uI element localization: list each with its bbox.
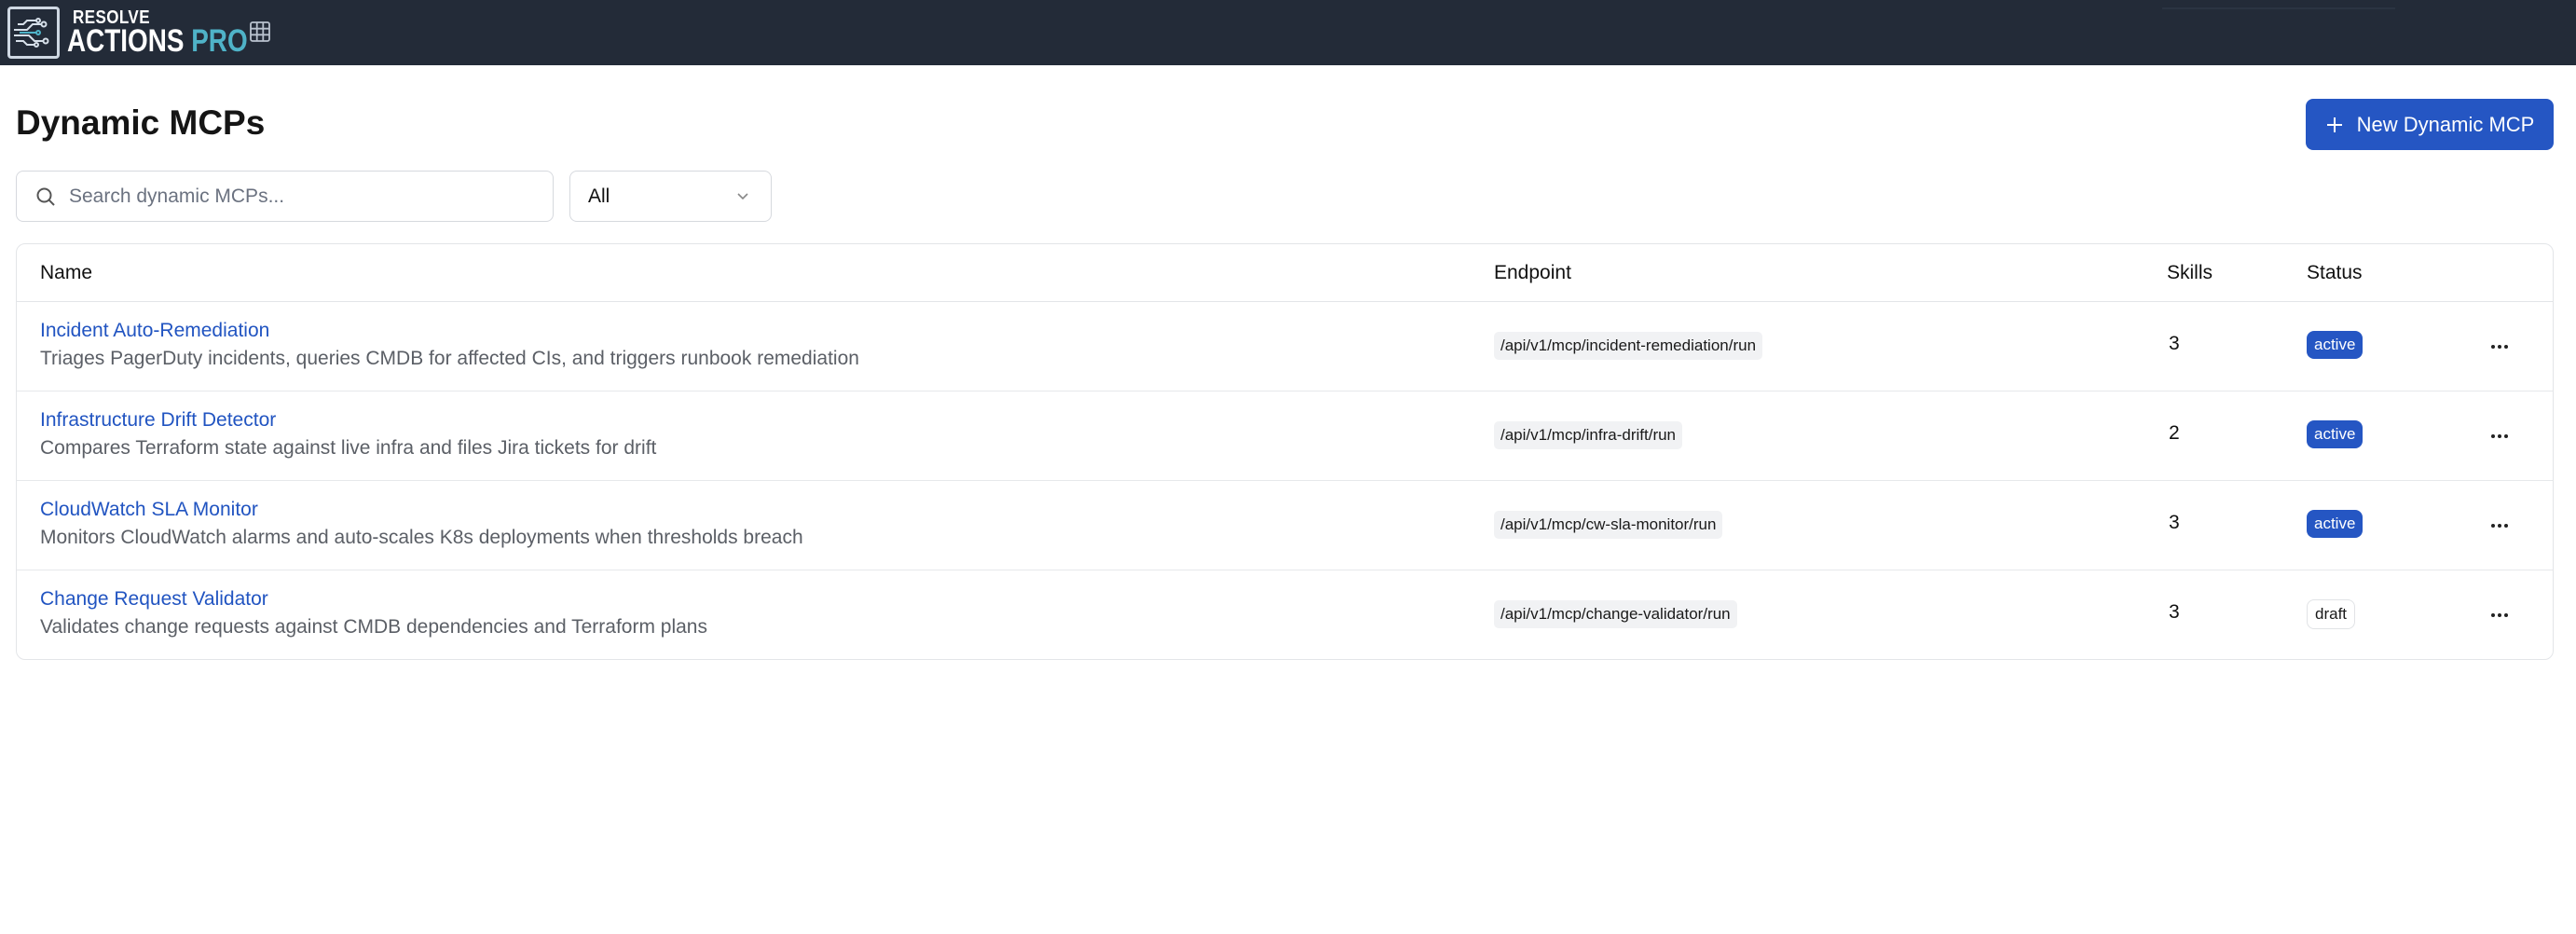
column-header-endpoint: Endpoint bbox=[1494, 262, 1571, 283]
mcp-description: Triages PagerDuty incidents, queries CMD… bbox=[40, 348, 859, 369]
mcp-name-link[interactable]: CloudWatch SLA Monitor bbox=[40, 499, 258, 521]
table-row[interactable]: Incident Auto-Remediation Triages PagerD… bbox=[17, 302, 2553, 391]
mcp-name-link[interactable]: Infrastructure Drift Detector bbox=[40, 409, 276, 432]
topbar-divider bbox=[2162, 7, 2395, 9]
more-horizontal-icon[interactable] bbox=[2488, 604, 2511, 626]
mcp-skills-count: 3 bbox=[2169, 333, 2180, 354]
mcp-description: Compares Terraform state against live in… bbox=[40, 437, 657, 459]
new-dynamic-mcp-button[interactable]: New Dynamic MCP bbox=[2306, 99, 2554, 150]
table-row[interactable]: CloudWatch SLA Monitor Monitors CloudWat… bbox=[17, 481, 2553, 570]
new-dynamic-mcp-label: New Dynamic MCP bbox=[2356, 112, 2535, 136]
brand-pro: PRO bbox=[191, 23, 248, 59]
more-horizontal-icon[interactable] bbox=[2488, 336, 2511, 358]
mcp-name-link[interactable]: Change Request Validator bbox=[40, 588, 268, 611]
table-header: Name Endpoint Skills Status bbox=[17, 244, 2553, 302]
mcp-endpoint: /api/v1/mcp/infra-drift/run bbox=[1494, 421, 1683, 449]
brand-name-main: ACTIONS PRO bbox=[67, 24, 248, 58]
more-horizontal-icon[interactable] bbox=[2488, 515, 2511, 537]
search-box[interactable] bbox=[16, 171, 554, 222]
mcp-description: Monitors CloudWatch alarms and auto-scal… bbox=[40, 527, 803, 548]
status-badge: active bbox=[2307, 420, 2364, 448]
status-filter-select[interactable]: All bbox=[569, 171, 772, 222]
mcp-endpoint: /api/v1/mcp/change-validator/run bbox=[1494, 600, 1737, 628]
circuit-logo-icon[interactable] bbox=[7, 7, 60, 59]
status-filter-value: All bbox=[588, 185, 610, 207]
chevron-down-icon bbox=[737, 193, 748, 200]
status-badge: active bbox=[2307, 510, 2364, 538]
mcp-skills-count: 2 bbox=[2169, 422, 2180, 444]
top-navigation-bar: RESOLVE ACTIONS PRO bbox=[0, 0, 2576, 65]
column-header-name: Name bbox=[40, 262, 93, 283]
table-row[interactable]: Infrastructure Drift Detector Compares T… bbox=[17, 391, 2553, 481]
status-badge: active bbox=[2307, 331, 2364, 359]
dynamic-mcps-table: Name Endpoint Skills Status Incident Aut… bbox=[16, 243, 2554, 660]
mcp-endpoint: /api/v1/mcp/cw-sla-monitor/run bbox=[1494, 511, 1723, 539]
mcp-description: Validates change requests against CMDB d… bbox=[40, 616, 707, 638]
search-icon bbox=[36, 187, 55, 206]
column-header-status: Status bbox=[2307, 262, 2363, 283]
more-horizontal-icon[interactable] bbox=[2488, 425, 2511, 447]
search-input[interactable] bbox=[69, 185, 516, 208]
status-badge: draft bbox=[2307, 599, 2356, 629]
brand-actions: ACTIONS bbox=[67, 23, 185, 59]
page-title: Dynamic MCPs bbox=[16, 103, 266, 142]
table-row[interactable]: Change Request Validator Validates chang… bbox=[17, 570, 2553, 659]
plus-icon bbox=[2326, 117, 2342, 132]
grid-icon[interactable] bbox=[248, 20, 272, 44]
mcp-skills-count: 3 bbox=[2169, 601, 2180, 623]
mcp-endpoint: /api/v1/mcp/incident-remediation/run bbox=[1494, 332, 1763, 360]
mcp-name-link[interactable]: Incident Auto-Remediation bbox=[40, 320, 269, 342]
mcp-skills-count: 3 bbox=[2169, 512, 2180, 533]
column-header-skills: Skills bbox=[2167, 262, 2213, 283]
